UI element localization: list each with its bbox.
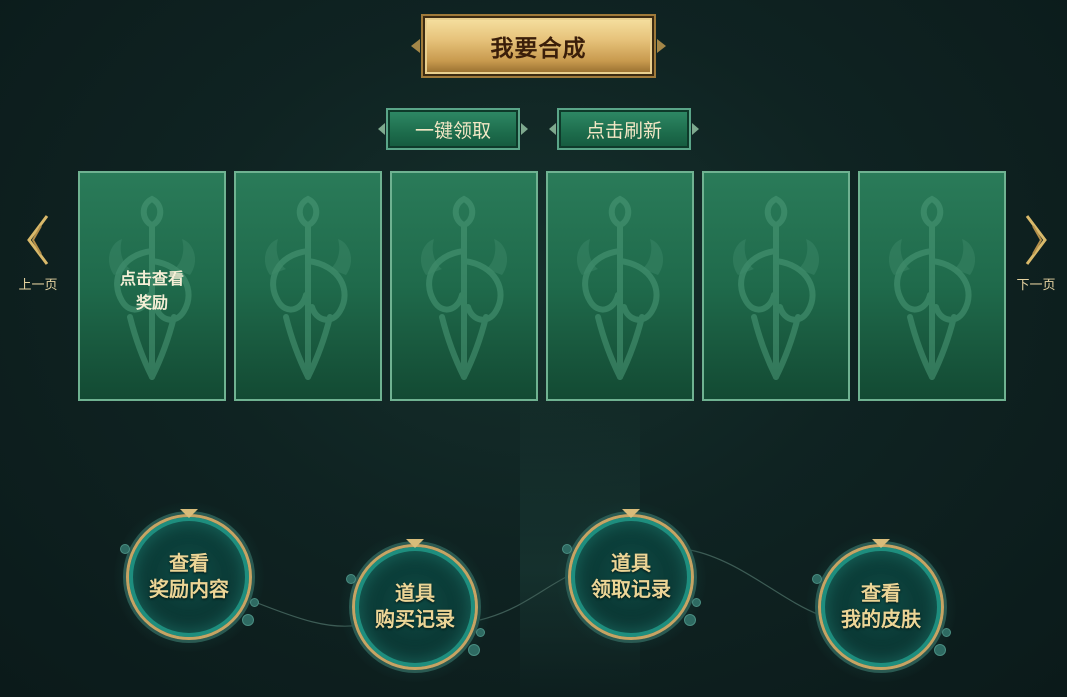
my-skins-button[interactable]: 查看 我的皮肤	[806, 532, 956, 682]
refresh-button[interactable]: 点击刷新	[549, 108, 699, 150]
card-label-line2: 奖励	[135, 293, 168, 312]
bubble-decoration	[934, 644, 946, 656]
synthesize-button-label: 我要合成	[490, 36, 587, 62]
orb-label: 道具 购买记录	[352, 580, 478, 632]
reward-card[interactable]	[234, 171, 382, 401]
reward-card[interactable]	[858, 171, 1006, 401]
bubble-decoration	[468, 644, 480, 656]
bubble-decoration	[684, 614, 696, 626]
next-page-button[interactable]: 下一页	[1008, 212, 1064, 293]
dragon-emblem-icon	[264, 195, 352, 380]
refresh-label: 点击刷新	[585, 119, 662, 142]
chevron-right-icon	[1025, 215, 1047, 265]
reward-card[interactable]	[390, 171, 538, 401]
bubble-decoration	[242, 614, 254, 626]
orb-label-line2: 购买记录	[375, 607, 455, 631]
dragon-emblem-icon	[576, 195, 664, 380]
next-page-label: 下一页	[1016, 278, 1056, 293]
orb-label-line2: 我的皮肤	[841, 607, 921, 631]
reward-card[interactable]	[546, 171, 694, 401]
orb-label-line1: 查看	[169, 551, 209, 575]
synthesize-button[interactable]: 我要合成	[411, 14, 666, 78]
claim-all-button[interactable]: 一键领取	[378, 108, 528, 150]
orb-label: 道具 领取记录	[568, 550, 694, 602]
orb-label-line2: 领取记录	[591, 577, 671, 601]
dragon-emblem-icon	[888, 195, 976, 380]
orb-label-line1: 查看	[861, 581, 901, 605]
orb-notch-icon	[180, 509, 198, 518]
reward-card[interactable]: 点击查看 奖励	[78, 171, 226, 401]
card-label: 点击查看 奖励	[80, 267, 224, 315]
prev-page-button[interactable]: 上一页	[10, 212, 66, 293]
orb-notch-icon	[622, 509, 640, 518]
view-rewards-button[interactable]: 查看 奖励内容	[114, 502, 264, 652]
orb-notch-icon	[872, 539, 890, 548]
orb-label: 查看 奖励内容	[126, 550, 252, 602]
prev-page-label: 上一页	[18, 278, 58, 293]
claim-history-button[interactable]: 道具 领取记录	[556, 502, 706, 652]
chevron-left-icon	[27, 215, 49, 265]
orb-label-line1: 道具	[395, 581, 435, 605]
dragon-emblem-icon	[732, 195, 820, 380]
purchase-history-button[interactable]: 道具 购买记录	[340, 532, 490, 682]
orb-label-line1: 道具	[611, 551, 651, 575]
claim-all-label: 一键领取	[414, 119, 491, 142]
card-label-line1: 点击查看	[119, 269, 184, 288]
orb-notch-icon	[406, 539, 424, 548]
reward-card[interactable]	[702, 171, 850, 401]
orb-label: 查看 我的皮肤	[818, 580, 944, 632]
orb-label-line2: 奖励内容	[149, 577, 229, 601]
dragon-emblem-icon	[420, 195, 508, 380]
